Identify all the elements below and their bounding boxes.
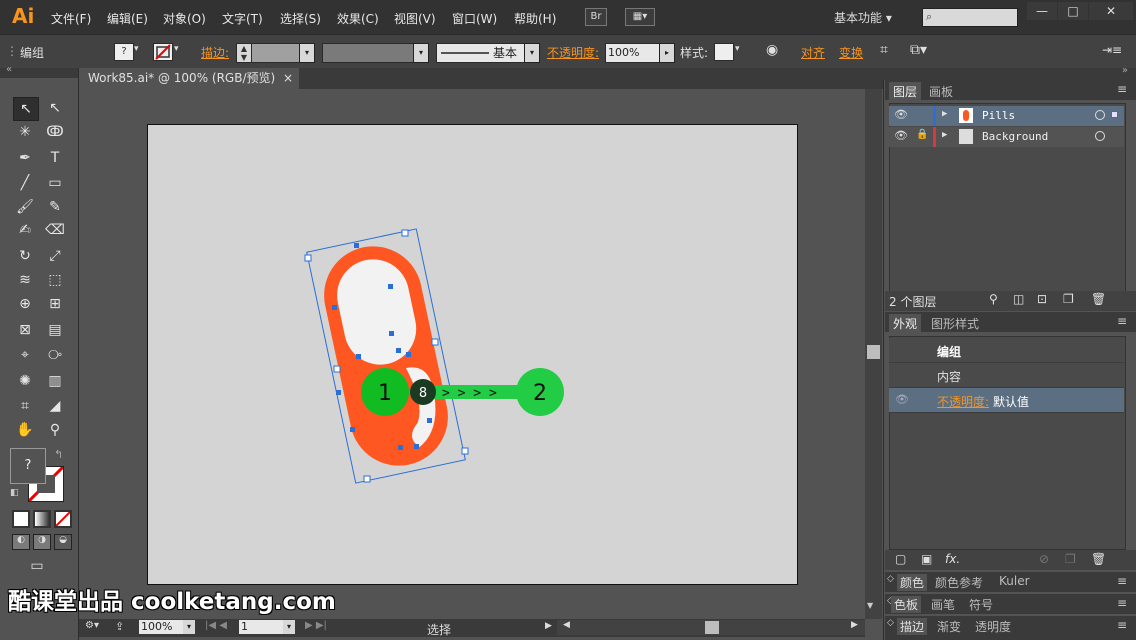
appearance-contents[interactable]: 内容 [937,368,961,385]
add-new-fill-icon[interactable]: ▣ [921,552,932,566]
panel-collapse-icon[interactable]: ◇ [887,574,894,584]
swatches-panel-group: ◇ 色板 画笔 符号 ≡ [885,594,1136,614]
layer-row-background[interactable]: 👁 🔒 ▶ Background [889,127,1124,147]
layer-thumbnail [959,129,973,144]
tab-stroke[interactable]: 描边 [897,618,928,635]
first-artboard-icon[interactable]: |◀ ◀ [205,620,227,631]
tab-transparency[interactable]: 透明度 [975,618,1011,635]
scroll-right-icon[interactable]: ▶ [851,620,858,630]
stroke-panel-menu-icon[interactable]: ≡ [1117,618,1127,632]
layer-color-indicator [933,127,936,147]
tab-symbols[interactable]: 符号 [969,596,993,613]
marker-1-label: 1 [378,381,392,406]
handle-bottom-left[interactable] [363,475,371,483]
marker-2-label: 2 [533,381,547,406]
vertical-scrollbar[interactable]: ▼ [865,89,882,619]
scroll-left-icon[interactable]: ◀ [563,620,570,630]
fill-box[interactable]: ? [10,448,46,484]
handle-left[interactable] [333,365,341,373]
handle-top-right[interactable] [401,229,409,237]
layers-panel-menu-icon[interactable]: ≡ [1117,82,1127,96]
tab-color[interactable]: 颜色 [897,574,928,591]
horizontal-scrollbar[interactable]: ◀ ▶ [557,620,865,635]
expand-dock-icon[interactable]: » [1122,65,1128,76]
artboard-nav-icon[interactable]: ⚙▾ [85,620,99,631]
status-menu-icon[interactable]: ▶ [545,621,552,631]
watermark-text: 酷课堂出品 coolketang.com [8,589,336,615]
zoom-dropdown[interactable]: ▾ [183,620,195,634]
vertical-scroll-thumb[interactable] [867,345,880,359]
target-icon[interactable] [1095,110,1105,120]
appearance-opacity-row[interactable]: 👁 不透明度: 默认值 [889,388,1124,413]
artboard-dropdown[interactable]: ▾ [283,620,295,634]
make-clipping-mask-icon[interactable]: ◫ [1013,292,1024,306]
status-bar: ⚙▾ ⇪ 100% ▾ |◀ ◀ 1 ▾ ▶ ▶| 选择 ▶ ◀ ▶ [79,619,865,637]
layers-panel-footer: 2 个图层 ⚲ ◫ ⊡ ❐ 🗑 [885,291,1136,311]
delete-layer-icon[interactable]: 🗑 [1091,292,1106,306]
export-icon[interactable]: ⇪ [115,620,124,633]
appearance-contents-row[interactable]: 内容 [889,363,1124,388]
add-new-stroke-icon[interactable]: ▢ [895,552,906,566]
tab-artboards[interactable]: 画板 [929,83,953,100]
drag-arrows: > > > > [442,386,497,401]
tab-layers[interactable]: 图层 [889,82,922,101]
layer-name-pills[interactable]: Pills [982,109,1015,122]
layer-color-indicator [933,106,936,126]
locate-object-icon[interactable]: ⚲ [989,292,998,306]
target-icon[interactable] [1095,131,1105,141]
visibility-eye-icon[interactable]: 👁 [895,393,909,406]
appearance-title-row: 编组 [889,338,1124,363]
tab-gradient[interactable]: 渐变 [937,618,961,635]
last-artboard-icon[interactable]: ▶ ▶| [305,620,327,631]
appearance-opacity-value: 默认值 [993,395,1030,409]
color-panel-group: ◇ 颜色 颜色参考 Kuler ≡ [885,572,1136,592]
visibility-eye-icon[interactable]: 👁 [894,129,908,142]
duplicate-item-icon[interactable]: ❐ [1065,552,1076,566]
tab-color-guide[interactable]: 颜色参考 [935,574,983,591]
dock-header: » [883,65,1136,80]
layers-panel-header: 图层 画板 ≡ [885,80,1136,101]
tab-graphic-styles[interactable]: 图形样式 [931,315,979,332]
handle-top-left[interactable] [304,254,312,262]
swatches-panel-menu-icon[interactable]: ≡ [1117,596,1127,610]
handle-bottom-right[interactable] [461,447,469,455]
horizontal-scroll-thumb[interactable] [705,621,719,634]
appearance-panel-menu-icon[interactable]: ≡ [1117,314,1127,328]
lock-icon[interactable]: 🔒 [916,129,928,140]
layer-name-background[interactable]: Background [982,130,1048,143]
selection-indicator[interactable] [1111,111,1118,118]
panel-collapse-icon[interactable]: ◇ [887,618,894,628]
tab-kuler[interactable]: Kuler [999,574,1030,588]
scroll-down-icon[interactable]: ▼ [867,601,873,610]
create-sublayer-icon[interactable]: ⊡ [1037,292,1047,306]
appearance-opacity-label[interactable]: 不透明度: [937,393,989,410]
appearance-panel-header: 外观 图形样式 ≡ [885,312,1136,333]
tab-brushes[interactable]: 画笔 [931,596,955,613]
tab-appearance[interactable]: 外观 [889,314,922,333]
stroke-panel-group: ◇ 描边 渐变 透明度 ≡ [885,616,1136,640]
visibility-eye-icon[interactable]: 👁 [894,108,908,121]
delete-item-icon[interactable]: 🗑 [1091,552,1106,566]
layer-count: 2 个图层 [889,295,937,309]
expand-triangle-icon[interactable]: ▶ [942,130,947,140]
current-tool-status: 选择 [427,623,452,637]
expand-triangle-icon[interactable]: ▶ [942,109,947,119]
artboard-number-input[interactable]: 1 [239,620,283,634]
appearance-panel-footer: ▢ ▣ fx. ⊘ ❐ 🗑 [885,550,1136,570]
layer-thumbnail [959,108,973,123]
add-new-effect-icon[interactable]: fx. [945,552,960,566]
zoom-input[interactable]: 100% [139,620,183,634]
tab-swatches[interactable]: 色板 [891,596,922,613]
pill-group[interactable] [306,228,466,484]
create-new-layer-icon[interactable]: ❐ [1063,292,1074,306]
appearance-title: 编组 [937,345,962,359]
marker-badge-label: 8 [419,386,427,401]
handle-right[interactable] [431,338,439,346]
layer-row-pills[interactable]: 👁 ▶ Pills [889,106,1124,126]
clear-appearance-icon[interactable]: ⊘ [1039,552,1049,566]
color-panel-menu-icon[interactable]: ≡ [1117,574,1127,588]
